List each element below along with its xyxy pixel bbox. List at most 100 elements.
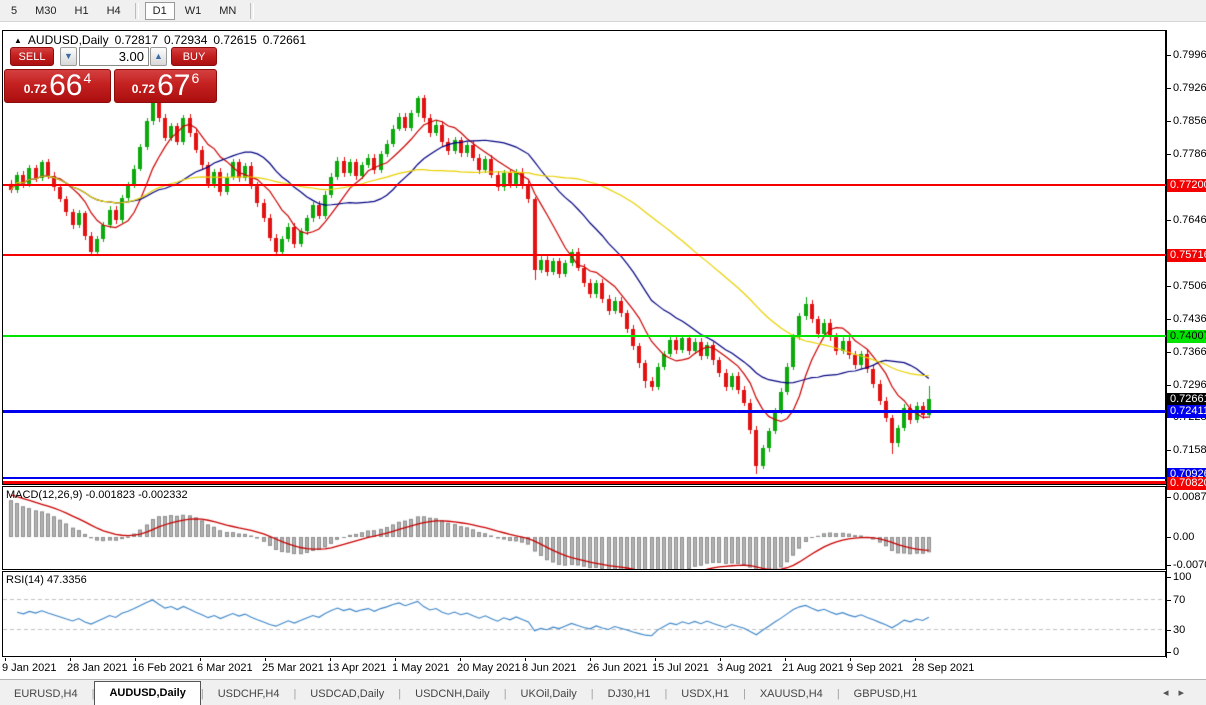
tab-audusd-daily[interactable]: AUDUSD,Daily xyxy=(94,681,201,705)
tab-eurusd-h4[interactable]: EURUSD,H4 xyxy=(0,684,92,705)
price-tick-dash xyxy=(1167,55,1171,56)
ohlc-close: 0.72661 xyxy=(262,33,307,47)
date-label: 21 Aug 2021 xyxy=(782,662,844,674)
macd-tick: 0.008739 xyxy=(1173,491,1206,503)
sell-price-prefix: 0.72 xyxy=(23,82,48,96)
date-tick xyxy=(785,658,786,661)
rsi-tick: 30 xyxy=(1173,624,1186,636)
date-tick xyxy=(135,658,136,661)
price-tick: 0.77860 xyxy=(1173,148,1206,160)
rsi-tick: 0 xyxy=(1173,646,1180,658)
date-label: 6 Mar 2021 xyxy=(197,662,253,674)
rsi-tick-dash xyxy=(1167,630,1171,631)
timeframe-toolbar: 5 M30 H1 H4 D1 W1 MN xyxy=(0,0,1206,22)
macd-tick: -0.00700 xyxy=(1173,559,1206,571)
timeframe-button-mn[interactable]: MN xyxy=(211,2,244,20)
buy-price-big: 67 xyxy=(157,69,191,102)
date-label: 26 Jun 2021 xyxy=(587,662,648,674)
macd-tick-dash xyxy=(1167,537,1171,538)
rsi-tick: 70 xyxy=(1173,594,1186,606)
price-tick: 0.72960 xyxy=(1173,379,1206,391)
date-tick xyxy=(915,658,916,661)
date-tick xyxy=(330,658,331,661)
date-label: 3 Aug 2021 xyxy=(717,662,773,674)
price-tick-dash xyxy=(1167,450,1171,451)
macd-tick: 0.00 xyxy=(1173,531,1195,543)
volume-increment-button[interactable]: ▲ xyxy=(150,47,167,66)
price-tick: 0.76460 xyxy=(1173,214,1206,226)
ohlc-low: 0.72615 xyxy=(213,33,257,47)
price-tick: 0.75060 xyxy=(1173,280,1206,292)
date-tick xyxy=(395,658,396,661)
tab-ukoil-daily[interactable]: UKOil,Daily xyxy=(507,684,591,705)
level-line-0.74007 xyxy=(3,335,1166,337)
sell-button[interactable]: SELL xyxy=(10,47,54,66)
price-tick-dash xyxy=(1167,286,1171,287)
volume-decrement-button[interactable]: ▼ xyxy=(60,47,77,66)
date-tick xyxy=(850,658,851,661)
tab-usdcad-daily[interactable]: USDCAD,Daily xyxy=(296,684,398,705)
date-tick xyxy=(200,658,201,661)
rsi-tick-dash xyxy=(1167,600,1171,601)
sell-price-tile[interactable]: 0.72 66 4 xyxy=(4,69,111,103)
chart-tab-bar: EURUSD,H4 | AUDUSD,Daily | USDCHF,H4 | USDCAD,… xyxy=(0,679,1206,705)
tab-usdchf-h4[interactable]: USDCHF,H4 xyxy=(204,684,294,705)
timeframe-button-5[interactable]: 5 xyxy=(3,2,25,20)
price-badge-0.72411: 0.72411 xyxy=(1167,405,1206,418)
date-axis: 9 Jan 2021 28 Jan 2021 16 Feb 2021 6 Mar 20… xyxy=(0,658,1166,678)
tab-gbpusd-h1[interactable]: GBPUSD,H1 xyxy=(840,684,932,705)
date-label: 9 Jan 2021 xyxy=(2,662,57,674)
price-tick-dash xyxy=(1167,220,1171,221)
date-tick xyxy=(720,658,721,661)
chart-header: ▲ AUDUSD,Daily 0.72817 0.72934 0.72615 0… xyxy=(14,33,306,47)
date-tick xyxy=(590,658,591,661)
price-tick-dash xyxy=(1167,385,1171,386)
price-tick: 0.79960 xyxy=(1173,49,1206,61)
date-tick xyxy=(460,658,461,661)
tab-xauusd-h4[interactable]: XAUUSD,H4 xyxy=(746,684,837,705)
tab-usdcnh-daily[interactable]: USDCNH,Daily xyxy=(401,684,504,705)
rsi-tick: 100 xyxy=(1173,571,1192,583)
buy-price-sup: 6 xyxy=(191,70,200,86)
tab-scroll-arrows[interactable]: ◂▸ xyxy=(1163,686,1206,705)
timeframe-button-m30[interactable]: M30 xyxy=(27,2,64,20)
date-label: 20 May 2021 xyxy=(457,662,521,674)
level-line-0.7082 xyxy=(3,481,1166,484)
buy-price-prefix: 0.72 xyxy=(131,82,156,96)
collapse-panel-icon[interactable]: ▲ xyxy=(14,36,22,45)
date-label: 28 Jan 2021 xyxy=(67,662,128,674)
price-badge-0.75716: 0.75716 xyxy=(1167,249,1206,262)
price-tick-dash xyxy=(1167,154,1171,155)
date-label: 28 Sep 2021 xyxy=(912,662,975,674)
buy-price-tile[interactable]: 0.72 67 6 xyxy=(114,69,217,103)
tab-usdx-h1[interactable]: USDX,H1 xyxy=(667,684,743,705)
date-tick xyxy=(265,658,266,661)
price-tick: 0.74360 xyxy=(1173,313,1206,325)
date-tick xyxy=(655,658,656,661)
trading-terminal: 5 M30 H1 H4 D1 W1 MN ▲ AUDUSD,Daily 0.72817 0.… xyxy=(0,0,1206,705)
date-tick xyxy=(525,658,526,661)
level-line-0.75716 xyxy=(3,254,1166,256)
timeframe-button-h1[interactable]: H1 xyxy=(67,2,97,20)
toolbar-separator xyxy=(134,2,139,19)
sell-price-big: 66 xyxy=(49,69,83,102)
date-label: 9 Sep 2021 xyxy=(847,662,904,674)
timeframe-button-w1[interactable]: W1 xyxy=(177,2,210,20)
rsi-canvas[interactable] xyxy=(3,572,1165,656)
price-tick: 0.71580 xyxy=(1173,444,1206,456)
volume-input[interactable] xyxy=(79,47,149,66)
buy-button[interactable]: BUY xyxy=(171,47,217,66)
price-badge-0.74007: 0.74007 xyxy=(1167,330,1206,343)
date-tick xyxy=(5,658,6,661)
price-tick: 0.79260 xyxy=(1173,82,1206,94)
price-tick: 0.73660 xyxy=(1173,346,1206,358)
price-badge-0.70820: 0.70820 xyxy=(1167,477,1206,490)
timeframe-button-d1[interactable]: D1 xyxy=(144,1,175,20)
level-line-0.72411 xyxy=(3,410,1166,413)
symbol-title: AUDUSD,Daily xyxy=(27,33,109,47)
macd-label: MACD(12,26,9) -0.001823 -0.002332 xyxy=(6,489,188,501)
tab-dj30-h1[interactable]: DJ30,H1 xyxy=(594,684,665,705)
date-label: 8 Jun 2021 xyxy=(522,662,577,674)
timeframe-button-h4[interactable]: H4 xyxy=(99,2,129,20)
price-axis: 0.79960 0.79260 0.78560 0.77860 0.76460 0.750… xyxy=(1166,30,1206,658)
